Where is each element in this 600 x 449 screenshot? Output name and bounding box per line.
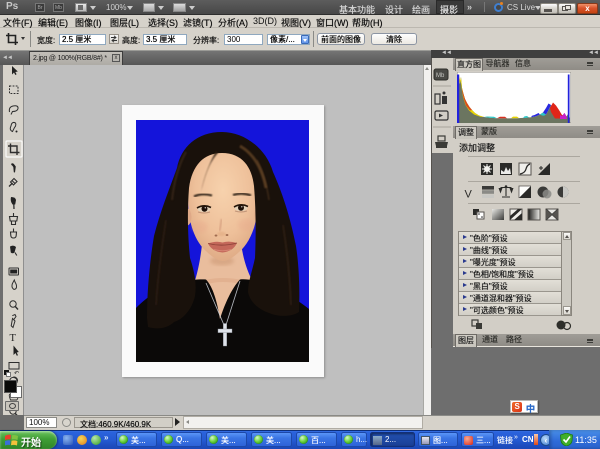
svg-text:Mb: Mb <box>436 73 445 79</box>
svg-text:T: T <box>10 333 17 344</box>
svg-text:V: V <box>465 189 473 201</box>
